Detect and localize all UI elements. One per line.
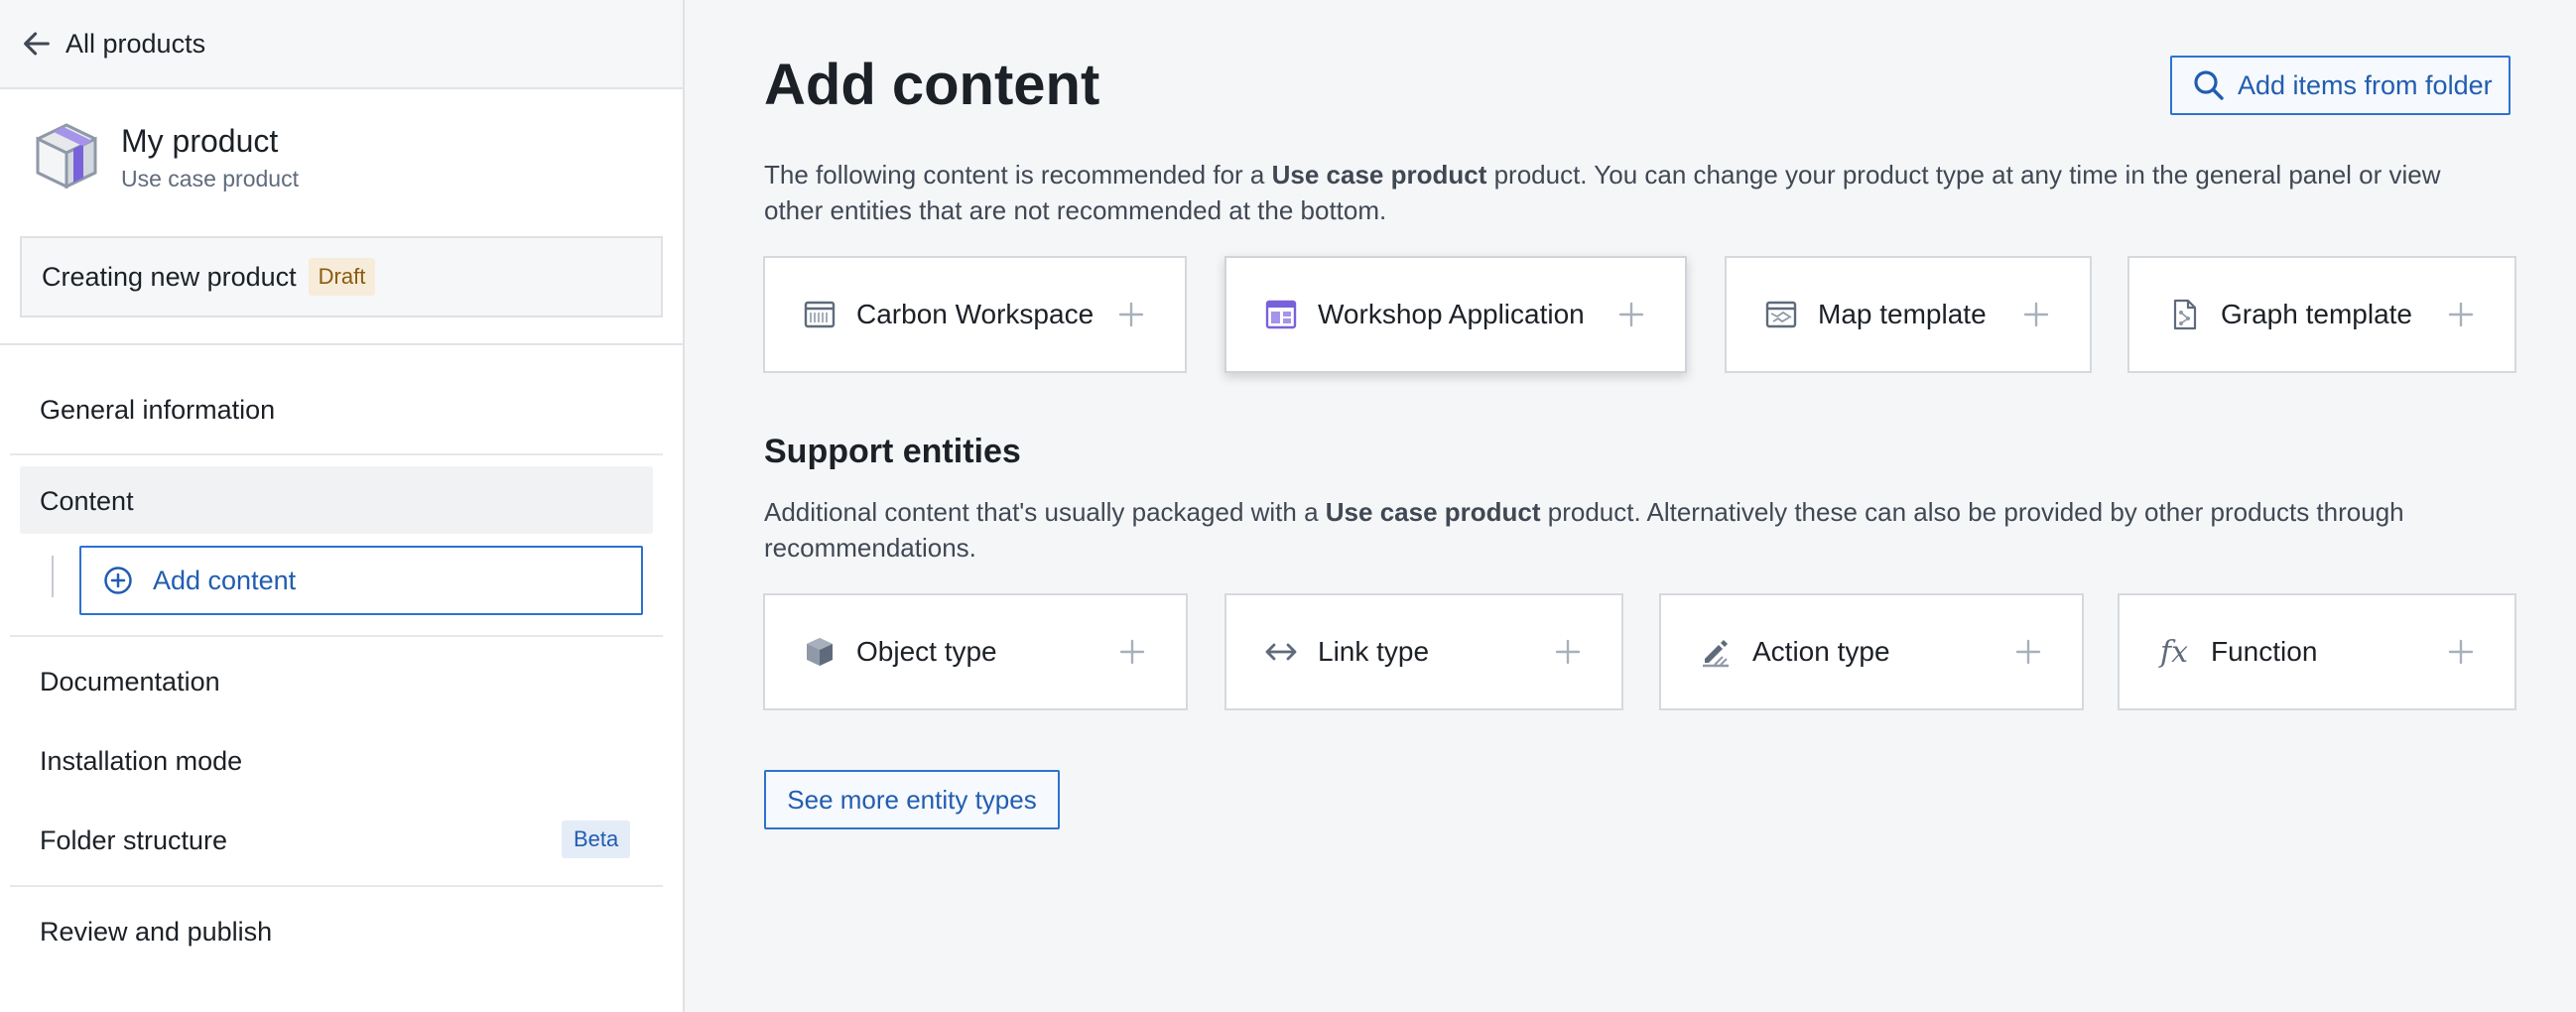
add-folder-label: Add items from folder <box>2238 69 2493 100</box>
desc-text: product. Alternatively these can also be… <box>1540 497 2404 527</box>
sidebar: All products My product Use case product… <box>0 0 685 1012</box>
desc-text: Additional content that's usually packag… <box>764 497 1326 527</box>
add-items-from-folder-button[interactable]: Add items from folder <box>2170 56 2511 115</box>
product-status: Creating new product Draft <box>20 236 663 317</box>
nav-separator <box>10 635 663 637</box>
card-function[interactable]: fx Function <box>2118 593 2516 710</box>
see-more-label: See more entity types <box>787 784 1037 815</box>
nav-general-information[interactable]: General information <box>40 395 275 426</box>
card-label: Link type <box>1318 636 1430 667</box>
see-more-entity-types-button[interactable]: See more entity types <box>764 770 1060 829</box>
nav-folder-structure[interactable]: Folder structure <box>40 825 227 856</box>
desc-product-type: Use case product <box>1271 160 1487 190</box>
nav-separator <box>10 885 663 887</box>
plus-icon <box>1118 302 1144 327</box>
page-title: Add content <box>764 53 1100 117</box>
desc-text: recommendations. <box>764 533 976 563</box>
plus-icon <box>2448 639 2474 665</box>
arrow-left-icon <box>24 32 50 56</box>
nav-documentation[interactable]: Documentation <box>40 667 220 697</box>
nav-installation-mode[interactable]: Installation mode <box>40 746 242 777</box>
beta-badge: Beta <box>562 821 631 858</box>
desc-product-type: Use case product <box>1325 497 1541 527</box>
plus-icon <box>1618 302 1644 327</box>
graph-icon <box>2167 298 2201 331</box>
function-icon: fx <box>2159 634 2189 670</box>
nav-review-and-publish[interactable]: Review and publish <box>40 917 272 948</box>
product-header: My product Use case product <box>0 89 683 208</box>
product-cube-icon <box>36 123 97 190</box>
back-label: All products <box>65 28 206 59</box>
product-name: My product <box>121 123 279 159</box>
card-label: Action type <box>1752 636 1890 667</box>
action-icon <box>1699 635 1733 669</box>
card-label: Graph template <box>2221 299 2412 329</box>
card-carbon-workspace[interactable]: Carbon Workspace <box>763 256 1187 373</box>
plus-icon <box>1119 639 1145 665</box>
desc-text: The following content is recommended for… <box>764 160 1272 190</box>
desc-text: other entities that are not recommended … <box>764 195 1387 225</box>
card-action-type[interactable]: Action type <box>1659 593 2084 710</box>
search-icon <box>2194 70 2224 100</box>
card-label: Carbon Workspace <box>856 299 1095 329</box>
card-link-type[interactable]: Link type <box>1224 593 1623 710</box>
workshop-icon <box>1264 298 1298 331</box>
card-workshop-application[interactable]: Workshop Application <box>1224 256 1687 373</box>
card-label: Function <box>2211 636 2318 667</box>
plus-icon <box>2448 302 2474 327</box>
map-icon <box>1764 298 1798 331</box>
draft-badge: Draft <box>308 258 376 296</box>
card-label: Object type <box>856 636 997 667</box>
product-type: Use case product <box>121 166 299 191</box>
add-content-label: Add content <box>153 565 297 595</box>
support-entities-title: Support entities <box>764 433 1021 470</box>
cube-icon <box>803 635 837 669</box>
add-circle-icon <box>104 567 132 594</box>
card-object-type[interactable]: Object type <box>763 593 1188 710</box>
back-to-all-products[interactable]: All products <box>0 0 683 89</box>
desc-text: product. You can change your product typ… <box>1486 160 2441 190</box>
tree-connector <box>52 556 65 597</box>
plus-icon <box>2015 639 2041 665</box>
link-arrows-icon <box>1264 635 1298 669</box>
plus-icon <box>2023 302 2049 327</box>
card-graph-template[interactable]: Graph template <box>2127 256 2516 373</box>
plus-icon <box>1555 639 1581 665</box>
nav-add-content[interactable]: Add content <box>79 546 643 615</box>
recommended-description: The following content is recommended for… <box>764 157 2530 228</box>
card-label: Workshop Application <box>1318 299 1585 329</box>
support-description: Additional content that's usually packag… <box>764 494 2530 566</box>
card-label: Map template <box>1818 299 1987 329</box>
status-text: Creating new product <box>42 261 297 292</box>
nav-separator <box>10 453 663 455</box>
carbon-workspace-icon <box>803 298 837 331</box>
divider <box>0 343 683 345</box>
main-panel: Add content Add items from folder The fo… <box>685 0 2576 1012</box>
card-map-template[interactable]: Map template <box>1725 256 2092 373</box>
nav-content[interactable]: Content <box>40 486 134 517</box>
